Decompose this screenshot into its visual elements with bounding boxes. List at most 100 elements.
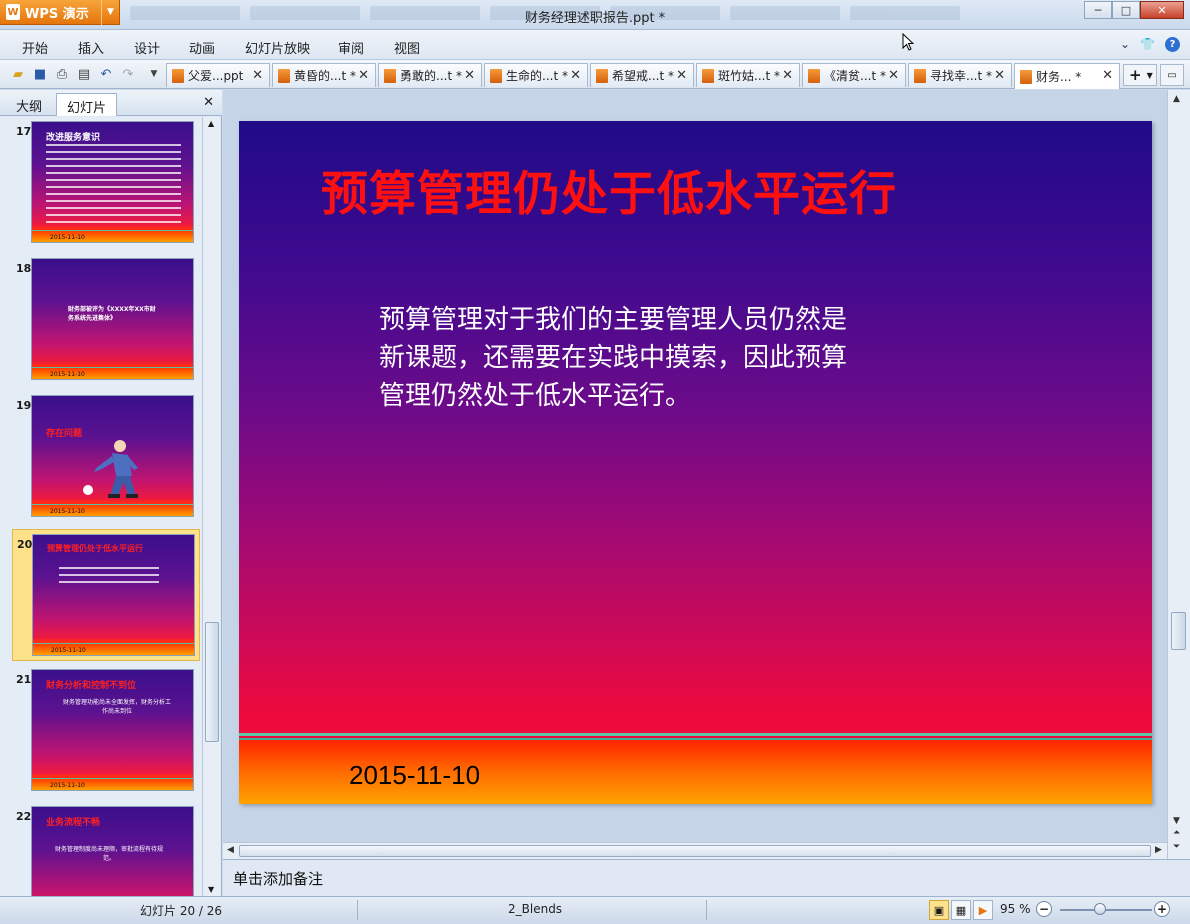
undo-icon[interactable]: ↶ (98, 66, 114, 82)
minimize-button[interactable]: ─ (1084, 1, 1112, 19)
thumbnail-date: 2015-11-10 (50, 371, 85, 378)
close-window-button[interactable]: ✕ (1140, 1, 1184, 19)
thumbnail-footer: 2015-11-10 (33, 643, 194, 655)
slideshow-view-icon[interactable]: ▶ (973, 900, 993, 920)
zoom-out-button[interactable]: − (1036, 901, 1052, 917)
thumbnail-list: 17 改进服务意识 2015-11-10 18 财务部被评为《XXXX年XX市财… (0, 117, 202, 896)
maximize-button[interactable]: □ (1112, 1, 1140, 19)
doc-tab-5[interactable]: 希望戒...t * ✕ (590, 63, 694, 87)
doc-tab-3[interactable]: 勇敢的...t * ✕ (378, 63, 482, 87)
slide-title[interactable]: 预算管理仍处于低水平运行 (321, 155, 897, 224)
close-tab-icon[interactable]: ✕ (464, 68, 475, 83)
mouse-cursor-icon (902, 33, 914, 51)
thumbnail-scrollbar[interactable]: ▲ ▼ (202, 117, 220, 896)
zoom-in-button[interactable]: + (1154, 901, 1170, 917)
window-title: 财务经理述职报告.ppt * (524, 11, 666, 26)
doc-tab-2[interactable]: 黄昏的...t * ✕ (272, 63, 376, 87)
menu-animation[interactable]: 动画 (189, 38, 215, 57)
redo-icon[interactable]: ↷ (120, 66, 136, 82)
close-tab-icon[interactable]: ✕ (782, 68, 793, 83)
menu-design[interactable]: 设计 (134, 38, 160, 57)
slide-number: 20 (17, 538, 33, 551)
close-tab-icon[interactable]: ✕ (358, 68, 369, 83)
help-icon[interactable]: ? (1165, 37, 1180, 52)
doc-tab-active[interactable]: 财务... * ✕ (1014, 63, 1120, 89)
menu-view[interactable]: 视图 (394, 38, 420, 57)
ppt-file-icon (808, 68, 820, 83)
doc-tab-label: 寻找幸...t * (930, 69, 992, 83)
slide-body[interactable]: 预算管理对于我们的主要管理人员仍然是 新课题，还需要在实践中摸索，因此预算 管理… (379, 301, 939, 415)
close-tab-icon[interactable]: ✕ (1102, 68, 1113, 83)
close-panel-icon[interactable]: ✕ (203, 95, 214, 110)
doc-tab-1[interactable]: 父爱...ppt ✕ (166, 63, 270, 87)
menu-slideshow[interactable]: 幻灯片放映 (245, 38, 310, 57)
doc-tab-label: 财务... * (1036, 70, 1082, 84)
slide-thumbnail-22[interactable]: 22 业务流程不畅 财务管理制度尚未理顺，审批流程有待规范。 (0, 802, 200, 896)
new-tab-button[interactable]: + ▼ (1123, 64, 1157, 86)
close-tab-icon[interactable]: ✕ (570, 68, 581, 83)
slide-number: 21 (16, 673, 32, 686)
notes-placeholder: 单击添加备注 (233, 870, 324, 888)
ribbon-collapse-icon[interactable]: ⌄ (1120, 37, 1130, 52)
notes-pane[interactable]: 单击添加备注 (223, 859, 1190, 896)
open-folder-icon[interactable]: ▰ (10, 66, 26, 82)
slide-thumbnail-21[interactable]: 21 财务分析和控制不到位 财务管理功能尚未全面发挥，财务分析工作尚未到位 20… (0, 665, 200, 797)
slide-footer-band: 2015-11-10 (239, 740, 1152, 804)
tab-list-button[interactable]: ▭ (1160, 64, 1184, 86)
slide-counter: 幻灯片 20 / 26 (140, 904, 223, 918)
normal-view-icon[interactable]: ▣ (929, 900, 949, 920)
doc-tab-4[interactable]: 生命的...t * ✕ (484, 63, 588, 87)
slide-date[interactable]: 2015-11-10 (349, 760, 480, 791)
thumbnail-scroll-thumb[interactable] (205, 622, 219, 742)
thumbnail-footer: 2015-11-10 (32, 504, 193, 516)
next-slide-icon[interactable]: ⏷ (1173, 842, 1180, 852)
menu-home[interactable]: 开始 (22, 38, 48, 57)
scroll-down-arrow-icon[interactable]: ▼ (1173, 816, 1180, 826)
editor-vertical-scrollbar[interactable]: ▲ ▼ ⏶ ⏷ (1167, 90, 1190, 859)
doc-tab-6[interactable]: 斑竹姑...t * ✕ (696, 63, 800, 87)
save-icon[interactable]: ■ (32, 66, 48, 82)
close-tab-icon[interactable]: ✕ (888, 68, 899, 83)
template-name: 2_Blends (508, 902, 563, 916)
menu-insert[interactable]: 插入 (78, 38, 104, 57)
zoom-slider-track[interactable] (1060, 909, 1152, 911)
skin-shirt-icon[interactable]: 👕 (1140, 37, 1155, 52)
scroll-up-arrow-icon[interactable]: ▲ (208, 119, 214, 128)
customize-toolbar-icon[interactable]: ▼ (146, 66, 162, 82)
doc-tab-8[interactable]: 寻找幸...t * ✕ (908, 63, 1012, 87)
zoom-level[interactable]: 95 % (1000, 902, 1031, 916)
close-tab-icon[interactable]: ✕ (252, 68, 263, 83)
slide-thumbnail-18[interactable]: 18 财务部被评为《XXXX年XX市财务系统先进集体》 2015-11-10 (0, 254, 200, 386)
tab-slides[interactable]: 幻灯片 (56, 93, 118, 116)
zoom-slider-thumb[interactable] (1094, 903, 1106, 915)
close-tab-icon[interactable]: ✕ (994, 68, 1005, 83)
current-slide[interactable]: 预算管理仍处于低水平运行 预算管理对于我们的主要管理人员仍然是 新课题，还需要在… (239, 121, 1152, 804)
thumbnail-date: 2015-11-10 (50, 508, 85, 515)
thumbnail-body: 财务管理功能尚未全面发挥，财务分析工作尚未到位 (62, 699, 171, 715)
slide-thumbnail-19[interactable]: 19 存在问题 2015-11-10 (0, 391, 200, 523)
print-icon[interactable]: ⎙ (54, 66, 70, 82)
scroll-up-arrow-icon[interactable]: ▲ (1173, 94, 1180, 104)
editor-scroll-thumb[interactable] (1171, 612, 1186, 650)
slide-thumbnail-20[interactable]: 20 预算管理仍处于低水平运行 2015-11-10 (12, 529, 200, 661)
scroll-right-arrow-icon[interactable]: ▶ (1155, 845, 1162, 855)
scroll-down-arrow-icon[interactable]: ▼ (208, 885, 214, 894)
ppt-file-icon (596, 68, 608, 83)
close-tab-icon[interactable]: ✕ (676, 68, 687, 83)
slide-thumbnail-17[interactable]: 17 改进服务意识 2015-11-10 (0, 117, 200, 249)
doc-tab-7[interactable]: 《清贫...t * ✕ (802, 63, 906, 87)
ppt-file-icon (490, 68, 502, 83)
print-preview-icon[interactable]: ▤ (76, 66, 92, 82)
footer-divider-line (239, 733, 1152, 736)
slide-sorter-view-icon[interactable]: ▦ (951, 900, 971, 920)
thumbnail-title: 业务流程不畅 (46, 818, 101, 828)
menu-review[interactable]: 审阅 (338, 38, 364, 57)
editor-hscroll-thumb[interactable] (239, 845, 1151, 857)
tab-outline[interactable]: 大纲 (6, 93, 52, 116)
previous-slide-icon[interactable]: ⏶ (1173, 828, 1180, 838)
scroll-left-arrow-icon[interactable]: ◀ (227, 845, 234, 855)
doc-tab-label: 生命的...t * (506, 69, 568, 83)
thumbnail-footer: 2015-11-10 (32, 367, 193, 379)
editor-horizontal-scrollbar[interactable]: ◀ ▶ (223, 842, 1167, 859)
status-bar: 幻灯片 20 / 26 2_Blends ▣ ▦ ▶ 95 % − + (0, 896, 1190, 924)
